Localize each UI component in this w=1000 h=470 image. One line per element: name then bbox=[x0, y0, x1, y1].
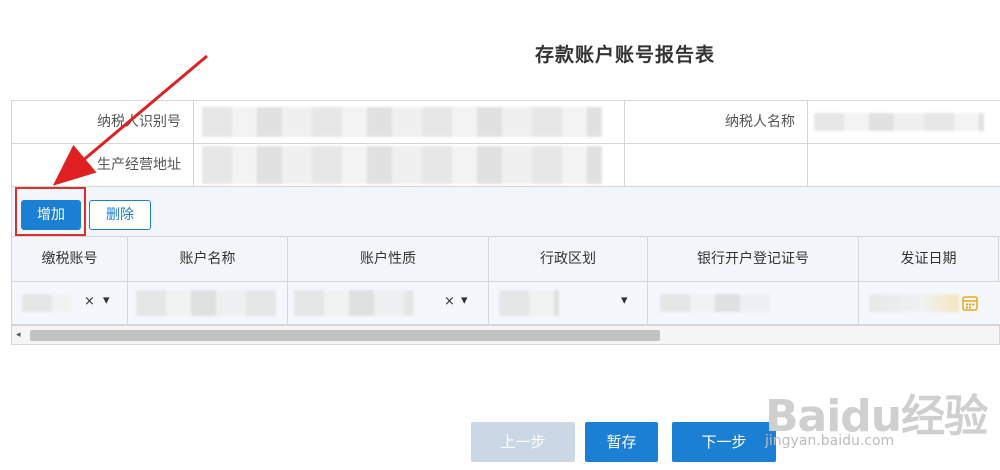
account-name-input[interactable] bbox=[128, 282, 288, 324]
address-label: 生产经营地址 bbox=[12, 144, 194, 186]
taxpayer-name-value bbox=[808, 101, 1000, 143]
watermark: Baidu经验 jingyan.baidu.com bbox=[755, 378, 1000, 470]
page-title: 存款账户账号报告表 bbox=[534, 44, 715, 66]
add-button-highlight bbox=[15, 187, 86, 236]
column-header-bank-cert-no: 银行开户登记证号 bbox=[648, 237, 859, 281]
info-row-2: 生产经营地址 bbox=[12, 144, 1000, 187]
delete-button[interactable]: 删除 bbox=[89, 200, 151, 230]
table-row: × ▾ × ▾ ▾ bbox=[11, 282, 1000, 325]
region-select[interactable]: ▾ bbox=[489, 282, 648, 324]
account-type-select[interactable]: × ▾ bbox=[288, 282, 489, 324]
chevron-down-icon[interactable]: ▾ bbox=[103, 293, 110, 308]
bank-cert-no-input[interactable] bbox=[648, 282, 859, 324]
empty-cell-2 bbox=[808, 144, 1000, 186]
column-header-issue-date: 发证日期 bbox=[859, 237, 999, 281]
horizontal-scrollbar[interactable]: ◂ bbox=[11, 325, 1000, 345]
chevron-down-icon[interactable]: ▾ bbox=[461, 293, 468, 308]
scrollbar-thumb[interactable] bbox=[30, 330, 660, 341]
calendar-icon[interactable] bbox=[962, 295, 978, 311]
column-header-region: 行政区划 bbox=[489, 237, 648, 281]
scroll-left-icon[interactable]: ◂ bbox=[16, 330, 21, 340]
save-draft-button[interactable]: 暂存 bbox=[585, 422, 658, 462]
column-header-account-name: 账户名称 bbox=[128, 237, 288, 281]
taxpayer-id-value bbox=[194, 101, 625, 143]
info-row-1: 纳税人识别号 纳税人名称 bbox=[12, 101, 1000, 144]
grid-header: 缴税账号 账户名称 账户性质 行政区划 银行开户登记证号 发证日期 bbox=[11, 237, 1000, 282]
column-header-tax-account: 缴税账号 bbox=[12, 237, 128, 281]
issue-date-input[interactable] bbox=[859, 282, 999, 324]
watermark-url: jingyan.baidu.com bbox=[765, 433, 895, 449]
address-value bbox=[194, 144, 625, 186]
previous-step-button[interactable]: 上一步 bbox=[471, 422, 575, 462]
taxpayer-id-label: 纳税人识别号 bbox=[12, 101, 194, 143]
empty-cell bbox=[625, 144, 808, 186]
chevron-down-icon[interactable]: ▾ bbox=[621, 293, 628, 308]
grid-toolbar bbox=[11, 187, 1000, 237]
column-header-account-type: 账户性质 bbox=[288, 237, 489, 281]
taxpayer-info-table: 纳税人识别号 纳税人名称 生产经营地址 bbox=[11, 100, 1000, 187]
tax-account-select[interactable]: × ▾ bbox=[12, 282, 128, 324]
clear-icon[interactable]: × bbox=[444, 294, 455, 309]
clear-icon[interactable]: × bbox=[84, 294, 95, 309]
taxpayer-name-label: 纳税人名称 bbox=[625, 101, 808, 143]
